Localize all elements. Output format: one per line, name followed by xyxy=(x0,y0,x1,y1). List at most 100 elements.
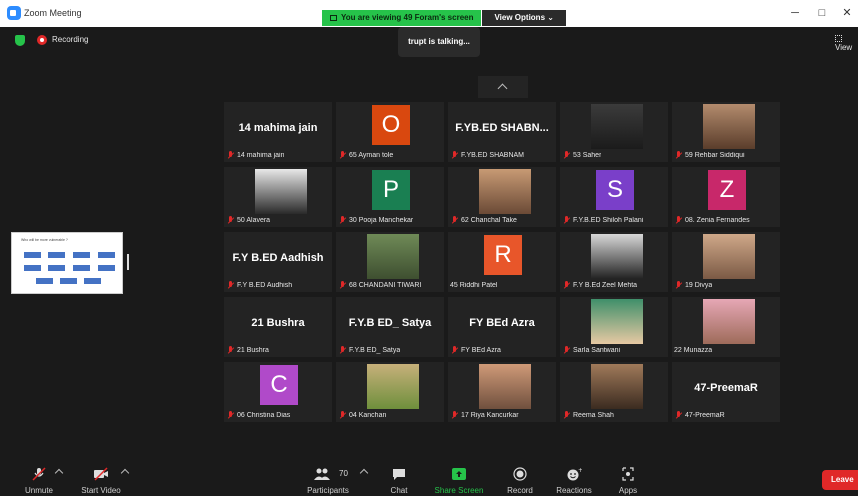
slide-box xyxy=(24,265,41,271)
participant-tile[interactable]: P 30 Pooja Manchekar xyxy=(336,167,444,227)
participant-tile[interactable]: F.Y B.ED Aadhish F.Y B.ED Audhish xyxy=(224,232,332,292)
participant-tile[interactable]: 21 Bushra 21 Bushra xyxy=(224,297,332,357)
share-screen-icon xyxy=(330,15,337,21)
slide-box xyxy=(36,278,53,284)
participant-name-label: 59 Rehbar Siddiqui xyxy=(674,150,745,160)
participant-name: 45 Riddhi Patel xyxy=(450,281,498,289)
muted-mic-icon xyxy=(562,345,572,355)
participant-tile[interactable]: 68 CHANDANI TIWARI xyxy=(336,232,444,292)
meeting-toolbar: Unmute Start Video 70 Participants Chat … xyxy=(0,460,858,496)
participant-video xyxy=(703,234,755,279)
record-label: Record xyxy=(507,486,533,495)
slide-box xyxy=(60,278,77,284)
start-video-button[interactable]: Start Video xyxy=(78,460,124,496)
participant-tile[interactable]: 59 Rehbar Siddiqui xyxy=(672,102,780,162)
leave-button[interactable]: Leave xyxy=(822,470,858,490)
minimize-button[interactable]: ─ xyxy=(786,4,804,22)
recording-label[interactable]: Recording xyxy=(52,35,88,44)
participant-name-label: 19 Divya xyxy=(674,280,712,290)
participant-tile[interactable]: 50 Alavera xyxy=(224,167,332,227)
participant-tile[interactable]: Reema Shah xyxy=(560,362,668,422)
chat-button[interactable]: Chat xyxy=(384,460,414,496)
apps-icon xyxy=(622,467,634,481)
title-bar: Zoom Meeting You are viewing 49 Foram's … xyxy=(0,0,858,27)
chat-icon xyxy=(393,469,405,480)
participant-tile[interactable]: C 06 Christina Dias xyxy=(224,362,332,422)
apps-button[interactable]: Apps xyxy=(612,460,644,496)
participant-video xyxy=(703,299,755,344)
participant-tile[interactable]: 14 mahima jain 14 mahima jain xyxy=(224,102,332,162)
participant-name-label: 22 Munazza xyxy=(674,345,712,355)
participant-tile[interactable]: 19 Divya xyxy=(672,232,780,292)
participant-tile[interactable]: 47-PreemaR 47-PreemaR xyxy=(672,362,780,422)
muted-mic-icon xyxy=(562,150,572,160)
participant-name: 50 Alavera xyxy=(237,216,271,224)
reactions-icon: + xyxy=(567,467,582,481)
participant-tile[interactable]: Z 08. Zenia Fernandes xyxy=(672,167,780,227)
viewing-screen-text: You are viewing 49 Foram's screen xyxy=(341,13,474,22)
muted-mic-icon xyxy=(338,345,348,355)
participant-video xyxy=(367,364,419,409)
participant-name: 30 Pooja Manchekar xyxy=(349,216,414,224)
participant-video xyxy=(703,104,755,149)
participant-tile[interactable]: O 65 Ayman tole xyxy=(336,102,444,162)
participants-chevron-icon[interactable] xyxy=(359,468,369,478)
participant-name: 14 mahima jain xyxy=(237,151,285,159)
view-button[interactable]: View xyxy=(835,34,858,52)
participant-name-label: FY BEd Azra xyxy=(450,345,501,355)
participant-tile[interactable]: FY BEd Azra FY BEd Azra xyxy=(448,297,556,357)
participant-name-label: F.Y B.ED Audhish xyxy=(226,280,292,290)
muted-mic-icon xyxy=(226,150,236,160)
participant-tile[interactable]: R 45 Riddhi Patel xyxy=(448,232,556,292)
participant-tile[interactable]: 22 Munazza xyxy=(672,297,780,357)
gallery-scroll-up-button[interactable] xyxy=(478,76,528,98)
unmute-button[interactable]: Unmute xyxy=(18,460,60,496)
participant-tile[interactable]: F.YB.ED SHABN... F.YB.ED SHABNAM xyxy=(448,102,556,162)
participant-display-name: F.Y.B ED_ Satya xyxy=(348,317,432,329)
close-button[interactable]: ✕ xyxy=(838,4,856,22)
participant-avatar: C xyxy=(260,365,298,405)
participant-tile[interactable]: 62 Chanchal Take xyxy=(448,167,556,227)
participant-tile[interactable]: F.Y.B ED_ Satya F.Y.B ED_ Satya xyxy=(336,297,444,357)
participant-name-label: 21 Bushra xyxy=(226,345,269,355)
participants-label: Participants xyxy=(307,486,349,495)
participant-name: F.YB.ED SHABNAM xyxy=(461,151,525,159)
participants-button[interactable]: 70 Participants xyxy=(304,460,352,496)
video-off-icon xyxy=(94,467,108,481)
shared-screen-thumbnail[interactable]: Who will be more vulnerable ? xyxy=(11,232,123,294)
slide-box xyxy=(84,278,101,284)
participants-count: 70 xyxy=(339,469,348,478)
security-shield-icon[interactable] xyxy=(15,35,25,46)
participant-tile[interactable]: 17 Riya Kancurkar xyxy=(448,362,556,422)
participant-tile[interactable]: 53 Saher xyxy=(560,102,668,162)
participant-video xyxy=(367,234,419,279)
participant-tile[interactable]: S F.Y.B.ED Shiloh Palani xyxy=(560,167,668,227)
share-screen-button[interactable]: Share Screen xyxy=(432,460,486,496)
participant-name: F.Y.B ED_ Satya xyxy=(349,346,401,354)
participant-name: 06 Christina Dias xyxy=(237,411,291,419)
participant-name-label: 62 Chanchal Take xyxy=(450,215,517,225)
reactions-button[interactable]: + Reactions xyxy=(552,460,596,496)
participant-name-label: 50 Alavera xyxy=(226,215,270,225)
panel-resize-handle[interactable] xyxy=(127,254,129,270)
view-options-button[interactable]: View Options ⌄ xyxy=(482,10,566,26)
participant-name: 68 CHANDANI TIWARI xyxy=(349,281,422,289)
muted-mic-icon xyxy=(226,410,236,420)
muted-mic-icon xyxy=(450,345,460,355)
participant-avatar: R xyxy=(484,235,522,275)
participant-name-label: 04 Kanchan xyxy=(338,410,386,420)
maximize-button[interactable]: □ xyxy=(813,4,831,22)
record-button[interactable]: Record xyxy=(502,460,538,496)
slide-box xyxy=(73,265,90,271)
participant-tile[interactable]: Sarla Santwani xyxy=(560,297,668,357)
participant-name-label: 14 mahima jain xyxy=(226,150,284,160)
participant-name: 17 Riya Kancurkar xyxy=(461,411,519,419)
participant-tile[interactable]: F.Y B.Ed Zeel Mehta xyxy=(560,232,668,292)
start-video-label: Start Video xyxy=(81,486,121,495)
participant-name-label: 06 Christina Dias xyxy=(226,410,290,420)
participant-avatar: O xyxy=(372,105,410,145)
participant-tile[interactable]: 04 Kanchan xyxy=(336,362,444,422)
participant-name: 53 Saher xyxy=(573,151,602,159)
recording-icon[interactable] xyxy=(37,35,47,45)
participants-icon xyxy=(314,468,330,480)
